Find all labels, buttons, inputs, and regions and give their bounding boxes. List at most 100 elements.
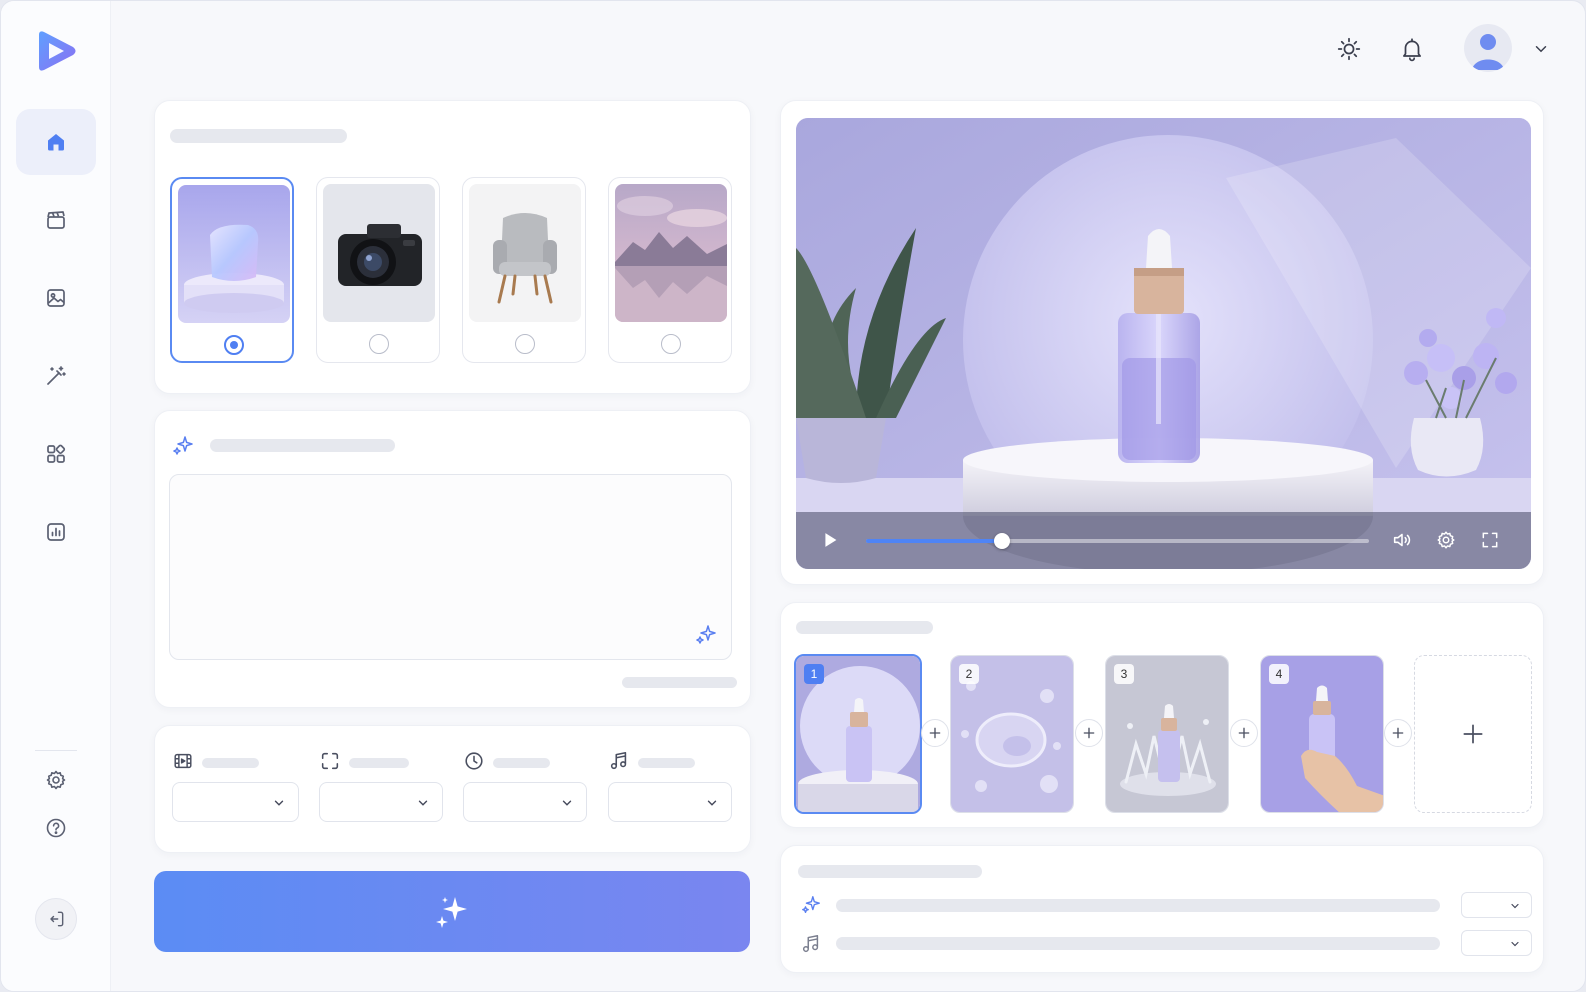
style-option-product[interactable] (170, 177, 294, 363)
product-podium-image (178, 185, 290, 323)
progress-fill (866, 539, 1002, 543)
gear-icon (1437, 531, 1455, 549)
fullscreen-icon (1482, 532, 1498, 548)
home-icon (48, 134, 64, 151)
aspect-ratio-icon (319, 750, 341, 772)
sidebar-item-analytics[interactable] (16, 499, 96, 565)
voiceover-select[interactable] (1461, 892, 1532, 918)
music-note-icon (608, 750, 630, 772)
style-option-radio[interactable] (224, 335, 244, 355)
logout-icon (50, 911, 64, 927)
insert-scene-button[interactable] (921, 719, 949, 747)
insert-scene-button[interactable] (1230, 719, 1258, 747)
play-logo-icon[interactable] (31, 27, 79, 75)
sparkles-icon (696, 625, 716, 644)
sidebar-item-help[interactable] (16, 795, 96, 861)
play-button[interactable] (816, 526, 844, 554)
logout-button[interactable] (35, 898, 77, 940)
scene-number: 1 (804, 664, 824, 684)
video-type-select[interactable] (172, 782, 299, 822)
avatar-icon (1472, 34, 1504, 70)
storyboard-title (796, 621, 933, 634)
sidebar-item-magic[interactable] (16, 343, 96, 409)
user-avatar[interactable] (1464, 24, 1512, 72)
prompt-input[interactable] (169, 474, 732, 660)
volume-button[interactable] (1388, 526, 1416, 554)
sidebar-item-images[interactable] (16, 265, 96, 331)
music-label (638, 758, 695, 768)
scene-thumbnail[interactable]: 1 (794, 654, 922, 814)
help-icon (46, 818, 66, 838)
scene-thumbnail[interactable]: 3 (1105, 655, 1229, 813)
insert-scene-button[interactable] (1075, 719, 1103, 747)
add-scene-button[interactable] (1414, 655, 1532, 813)
chevron-down-icon (562, 800, 572, 806)
theme-toggle-button[interactable] (1334, 34, 1364, 64)
progress-track[interactable] (866, 533, 1369, 549)
plus-icon (1238, 727, 1250, 739)
plus-icon (1392, 727, 1404, 739)
duration-select[interactable] (463, 782, 587, 822)
account-menu-button[interactable] (1531, 39, 1551, 59)
plus-icon (929, 727, 941, 739)
chevron-down-icon (418, 800, 428, 806)
prompt-char-count (622, 677, 737, 688)
enhance-prompt-button[interactable] (694, 623, 718, 647)
aspect-ratio-select[interactable] (319, 782, 443, 822)
style-option-chair[interactable] (462, 177, 586, 363)
generate-button[interactable] (154, 871, 750, 952)
plus-icon (1083, 727, 1095, 739)
sparkles-icon (436, 896, 467, 928)
sparkles-icon (800, 894, 822, 916)
clapperboard-icon (47, 211, 65, 229)
audio-title (798, 865, 982, 878)
prompt-title (210, 439, 395, 452)
volume-icon (1393, 533, 1411, 547)
voiceover-track (836, 899, 1440, 912)
sidebar-item-videos[interactable] (16, 187, 96, 253)
music-track (836, 937, 1440, 950)
music-track-select[interactable] (1461, 930, 1532, 956)
music-select[interactable] (608, 782, 732, 822)
app-window: 1 2 3 4 (0, 0, 1586, 992)
chart-icon (47, 523, 65, 541)
style-picker-title (170, 129, 347, 143)
sidebar (1, 1, 111, 991)
style-option-radio[interactable] (515, 334, 535, 354)
scene-thumbnail[interactable]: 4 (1260, 655, 1384, 813)
scene-thumbnail[interactable]: 2 (950, 655, 1074, 813)
sparkles-icon (171, 434, 195, 458)
chevron-down-icon (1511, 941, 1519, 947)
aspect-ratio-label (349, 758, 409, 768)
sidebar-item-apps[interactable] (16, 421, 96, 487)
music-note-icon (800, 933, 822, 955)
player-settings-button[interactable] (1432, 526, 1460, 554)
armchair-image (469, 184, 581, 322)
plus-icon (1463, 724, 1483, 744)
style-option-radio[interactable] (661, 334, 681, 354)
duration-label (493, 758, 550, 768)
scene-number: 3 (1114, 664, 1134, 684)
style-option-landscape[interactable] (608, 177, 732, 363)
film-icon (172, 750, 194, 772)
video-type-label (202, 758, 259, 768)
sidebar-item-home[interactable] (16, 109, 96, 175)
player-controls (796, 512, 1531, 569)
notifications-button[interactable] (1397, 34, 1427, 64)
insert-scene-button[interactable] (1384, 719, 1412, 747)
scene-number: 4 (1269, 664, 1289, 684)
bell-icon (1403, 38, 1421, 62)
camera-image (323, 184, 435, 322)
progress-knob[interactable] (993, 533, 1010, 549)
magic-wand-icon (47, 366, 66, 385)
style-option-camera[interactable] (316, 177, 440, 363)
style-option-radio[interactable] (369, 334, 389, 354)
image-icon (47, 289, 65, 307)
chevron-down-icon (1511, 903, 1519, 909)
clock-icon (463, 750, 485, 772)
video-preview[interactable] (796, 118, 1531, 569)
gear-icon (46, 770, 66, 790)
play-icon (825, 533, 837, 547)
scene-number: 2 (959, 664, 979, 684)
fullscreen-button[interactable] (1476, 526, 1504, 554)
